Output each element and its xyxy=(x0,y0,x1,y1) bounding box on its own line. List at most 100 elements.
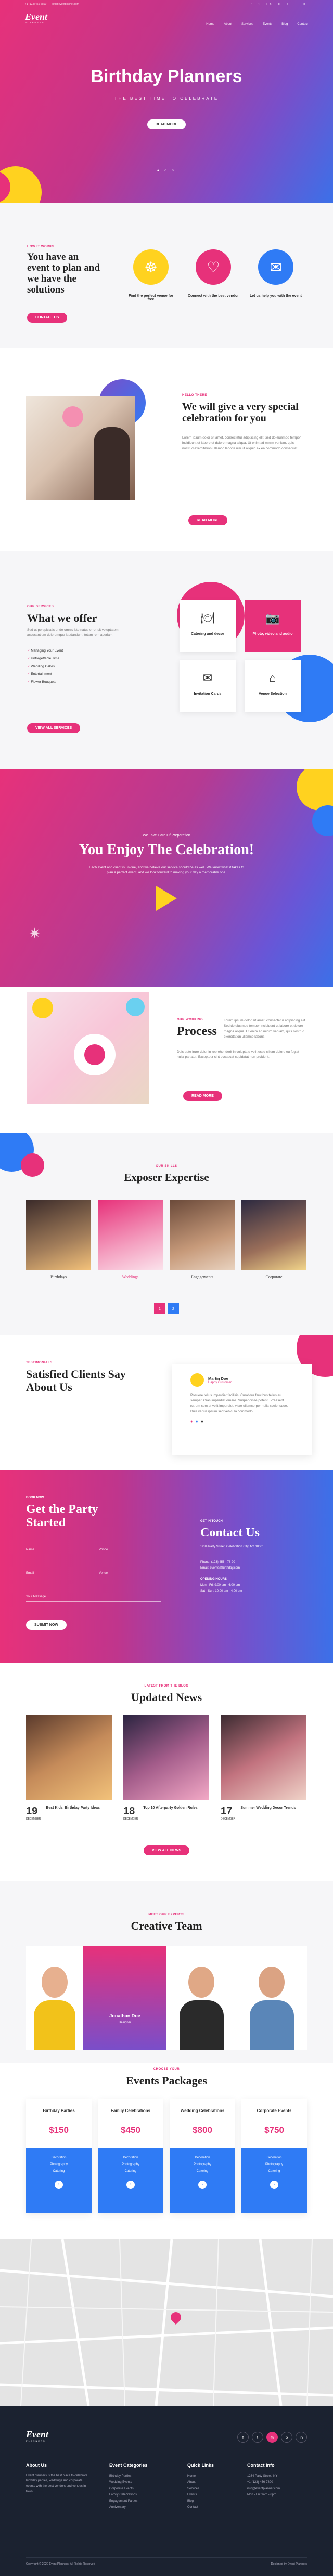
package-card[interactable]: Wedding Celebrations $800 Decoration Photog… xyxy=(170,2099,235,2213)
logo-text: Event xyxy=(25,11,47,22)
page-2-button[interactable]: 2 xyxy=(168,1303,179,1314)
package-arrow-icon[interactable]: › xyxy=(198,2180,207,2189)
intro-step-label: Connect with the best vendor xyxy=(187,294,239,298)
testimonial-title: Satisfied Clients Say About Us xyxy=(26,1367,126,1394)
package-arrow-icon[interactable]: › xyxy=(55,2180,63,2189)
service-card[interactable]: ✉ Invitation Cards xyxy=(180,660,236,712)
intro-contact-button[interactable]: CONTACT US xyxy=(27,313,68,323)
footer-link[interactable]: Services xyxy=(187,2486,239,2492)
contact-phone[interactable]: (123) 456 - 78 90 xyxy=(211,1561,235,1564)
intro-step: ✉ Let us help you with the event xyxy=(250,249,302,298)
team-member-featured[interactable]: Jonathan Doe Designer xyxy=(83,1946,166,2050)
linkedin-icon[interactable]: in xyxy=(296,2432,307,2443)
news-post-title[interactable]: Best Kids' Birthday Party Ideas xyxy=(46,1805,100,1821)
topbar-phone[interactable]: +1 (123) 456-7890 xyxy=(25,3,46,6)
offer-body: Sed ut perspiciatis unde omnis iste natu… xyxy=(27,628,119,638)
news-card[interactable]: 17 DECEMBER Summer Wedding Decor Trends xyxy=(221,1715,306,1821)
message-field[interactable]: Your Message xyxy=(26,1595,161,1602)
nav-contact[interactable]: Contact xyxy=(297,23,308,26)
map-section[interactable] xyxy=(0,2239,333,2406)
expertise-item[interactable]: Birthdays xyxy=(26,1200,91,1279)
package-arrow-icon[interactable]: › xyxy=(126,2180,135,2189)
name-field[interactable]: Name xyxy=(26,1548,88,1555)
hero-read-more-button[interactable]: READ MORE xyxy=(147,119,186,129)
expertise-section: OUR SKILLS Exposer Expertise Birthdays W… xyxy=(0,1133,333,1335)
package-card[interactable]: Birthday Parties $150 Decoration Photograph… xyxy=(26,2099,92,2213)
package-features: Decoration Photography Catering › xyxy=(170,2148,235,2213)
expertise-item[interactable]: Engagements xyxy=(170,1200,235,1279)
package-features: Decoration Photography Catering › xyxy=(26,2148,92,2213)
footer-link[interactable]: Corporate Events xyxy=(109,2486,172,2492)
package-card[interactable]: Corporate Events $750 Decoration Photograph… xyxy=(241,2099,307,2213)
footer-link[interactable]: Engagement Parties xyxy=(109,2498,172,2504)
footer-info-phone[interactable]: +1 (123) 456-7890 xyxy=(247,2479,310,2486)
venue-field[interactable]: Venue xyxy=(99,1572,161,1578)
phone-field[interactable]: Phone xyxy=(99,1548,161,1555)
team-member-role: Designer xyxy=(118,2021,131,2024)
twitter-icon[interactable]: t xyxy=(252,2432,263,2443)
intro-step: ☸ Find the perfect venue for free xyxy=(125,249,177,301)
pinterest-icon[interactable]: p xyxy=(281,2432,292,2443)
footer-link[interactable]: Blog xyxy=(187,2498,239,2504)
camera-icon: 📷 xyxy=(265,612,280,625)
email-field[interactable]: Email xyxy=(26,1572,88,1578)
team-member[interactable] xyxy=(26,1946,83,2050)
package-arrow-icon[interactable]: › xyxy=(270,2180,278,2189)
footer-link[interactable]: Anniversary xyxy=(109,2504,172,2511)
expertise-item[interactable]: Corporate xyxy=(241,1200,306,1279)
footer-info-email[interactable]: info@eventplanner.com xyxy=(247,2486,310,2492)
footer-link[interactable]: About xyxy=(187,2479,239,2486)
news-post-title[interactable]: Top 10 Afterparty Golden Rules xyxy=(143,1805,197,1821)
team-member[interactable] xyxy=(237,1946,307,2050)
news-post-title[interactable]: Summer Wedding Decor Trends xyxy=(240,1805,296,1821)
play-video-icon[interactable] xyxy=(156,886,177,911)
view-all-news-button[interactable]: VIEW ALL NEWS xyxy=(144,1845,189,1855)
celebration-read-more-button[interactable]: READ MORE xyxy=(188,515,227,525)
nav-home[interactable]: Home xyxy=(206,23,215,26)
topbar-email[interactable]: info@eventplanner.com xyxy=(52,3,79,6)
footer-link[interactable]: Family Celebrations xyxy=(109,2492,172,2498)
nav-about[interactable]: About xyxy=(224,23,232,26)
footer-logo[interactable]: Event PLANNERS xyxy=(26,2429,48,2442)
footer-link[interactable]: Home xyxy=(187,2473,239,2479)
offer-list-item: ✓ Wedding Cakes xyxy=(27,664,55,668)
view-all-services-button[interactable]: VIEW ALL SERVICES xyxy=(27,723,81,733)
service-card[interactable]: ⌂ Venue Selection xyxy=(245,660,301,712)
page-1-button[interactable]: 1 xyxy=(154,1303,165,1314)
news-card[interactable]: 19 DECEMBER Best Kids' Birthday Party Ide… xyxy=(26,1715,112,1821)
news-day: 19 xyxy=(26,1805,38,1817)
package-feature: Photography xyxy=(193,2163,212,2167)
nav-events[interactable]: Events xyxy=(263,23,272,26)
logo[interactable]: Event PLANNERS xyxy=(25,11,47,24)
process-read-more-button[interactable]: READ MORE xyxy=(183,1091,222,1101)
service-card[interactable]: 📷 Photo, video and audio xyxy=(245,600,301,652)
team-member[interactable] xyxy=(166,1946,237,2050)
footer-about: About Us Event planners is the best plac… xyxy=(26,2463,88,2494)
package-card[interactable]: Family Celebrations $450 Decoration Photogr… xyxy=(98,2099,163,2213)
package-price: $750 xyxy=(264,2125,284,2135)
nav-services[interactable]: Services xyxy=(241,23,253,26)
service-card[interactable]: 🍽 Catering and decor xyxy=(180,600,236,652)
contact-email[interactable]: events@birthday.com xyxy=(210,1566,240,1570)
news-card[interactable]: 18 DECEMBER Top 10 Afterparty Golden Rule… xyxy=(123,1715,209,1821)
process-photo xyxy=(27,992,149,1104)
hero-slider-dots[interactable]: ● ○ ○ xyxy=(0,169,333,172)
footer-link[interactable]: Events xyxy=(187,2492,239,2498)
instagram-icon[interactable]: ◎ xyxy=(266,2432,278,2443)
expertise-item[interactable]: Weddings xyxy=(98,1200,163,1279)
footer-link[interactable]: Contact xyxy=(187,2504,239,2511)
footer-link[interactable]: Birthday Parties xyxy=(109,2473,172,2479)
testimonial-dots[interactable]: ● ● ● xyxy=(190,1420,293,1424)
enjoy-section: We Take Care Of Preparation You Enjoy Th… xyxy=(0,769,333,987)
footer-link[interactable]: Wedding Events xyxy=(109,2479,172,2486)
social-icons[interactable]: f t in p g+ ig xyxy=(251,3,308,6)
footer-about-text: Event planners is the best place to cele… xyxy=(26,2474,88,2493)
facebook-icon[interactable]: f xyxy=(237,2432,249,2443)
submit-button[interactable]: SUBMIT NOW xyxy=(26,1620,67,1630)
celebration-title: We will give a very special celebration … xyxy=(182,401,299,424)
process-kicker: OUR WORKING xyxy=(177,1018,203,1021)
heart-handshake-icon: ♡ xyxy=(196,249,231,285)
footer-social: f t ◎ p in xyxy=(237,2432,307,2443)
nav-blog[interactable]: Blog xyxy=(281,23,288,26)
testimonial-section: TESTIMONIALS Satisfied Clients Say About… xyxy=(0,1335,333,1470)
